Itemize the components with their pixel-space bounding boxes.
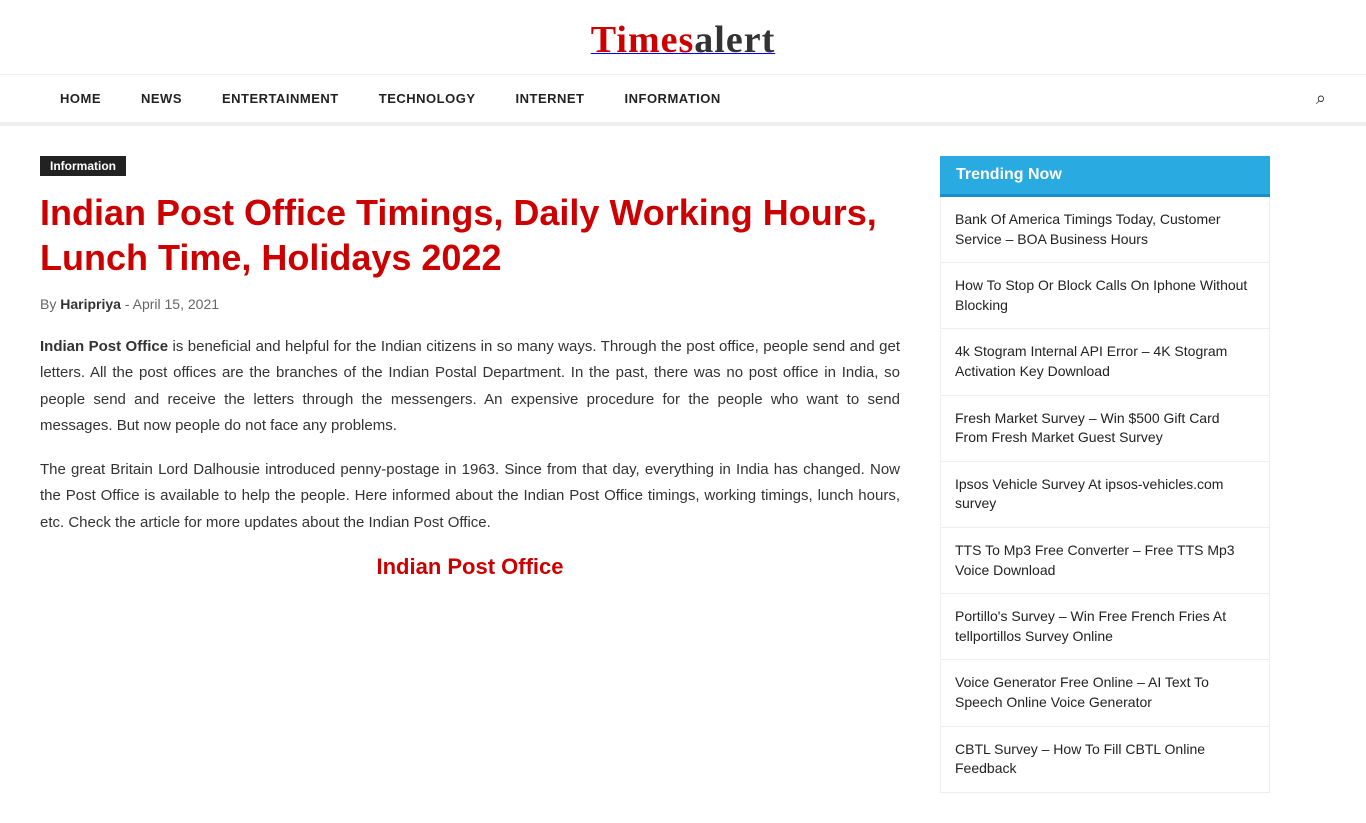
trending-link-3[interactable]: Fresh Market Survey – Win $500 Gift Card… [955, 410, 1220, 446]
trending-item: Ipsos Vehicle Survey At ipsos-vehicles.c… [941, 462, 1269, 528]
trending-link-2[interactable]: 4k Stogram Internal API Error – 4K Stogr… [955, 343, 1227, 379]
trending-item: TTS To Mp3 Free Converter – Free TTS Mp3… [941, 528, 1269, 594]
nav-link-home[interactable]: HOME [40, 75, 121, 122]
nav-link-internet[interactable]: INTERNET [496, 75, 605, 122]
nav-links: HOME NEWS ENTERTAINMENT TECHNOLOGY INTER… [40, 75, 741, 122]
article-para-2: The great Britain Lord Dalhousie introdu… [40, 457, 900, 536]
search-icon[interactable]: ⌕ [1316, 88, 1326, 109]
trending-item: Voice Generator Free Online – AI Text To… [941, 660, 1269, 726]
logo-alert: alert [694, 19, 775, 61]
site-header: Timesalert HOME NEWS ENTERTAINMENT TECHN… [0, 0, 1366, 126]
publish-date: April 15, 2021 [133, 296, 219, 312]
nav-link-news[interactable]: NEWS [121, 75, 202, 122]
article-title: Indian Post Office Timings, Daily Workin… [40, 190, 900, 280]
sidebar: Trending Now Bank Of America Timings Tod… [940, 156, 1270, 793]
article-para-1: Indian Post Office is beneficial and hel… [40, 334, 900, 439]
trending-item: 4k Stogram Internal API Error – 4K Stogr… [941, 329, 1269, 395]
nav-item-entertainment[interactable]: ENTERTAINMENT [202, 75, 359, 122]
nav-item-technology[interactable]: TECHNOLOGY [359, 75, 496, 122]
para1-bold: Indian Post Office [40, 338, 168, 355]
article-subheading: Indian Post Office [40, 554, 900, 580]
trending-list: Bank Of America Timings Today, Customer … [940, 197, 1270, 793]
by-label: By [40, 296, 56, 312]
main-content: Information Indian Post Office Timings, … [40, 156, 900, 793]
trending-item: How To Stop Or Block Calls On Iphone Wit… [941, 263, 1269, 329]
nav-item-home[interactable]: HOME [40, 75, 121, 122]
nav-item-internet[interactable]: INTERNET [496, 75, 605, 122]
meta-separator: - [125, 296, 130, 312]
author-name: Haripriya [60, 296, 121, 312]
trending-link-1[interactable]: How To Stop Or Block Calls On Iphone Wit… [955, 277, 1247, 313]
nav-link-information[interactable]: INFORMATION [605, 75, 741, 122]
main-nav: HOME NEWS ENTERTAINMENT TECHNOLOGY INTER… [0, 74, 1366, 124]
trending-link-6[interactable]: Portillo's Survey – Win Free French Frie… [955, 608, 1226, 644]
nav-link-technology[interactable]: TECHNOLOGY [359, 75, 496, 122]
trending-link-0[interactable]: Bank Of America Timings Today, Customer … [955, 211, 1221, 247]
article-body: Indian Post Office is beneficial and hel… [40, 334, 900, 536]
logo-times: Times [591, 19, 695, 61]
trending-item: CBTL Survey – How To Fill CBTL Online Fe… [941, 727, 1269, 792]
trending-link-7[interactable]: Voice Generator Free Online – AI Text To… [955, 674, 1209, 710]
nav-link-entertainment[interactable]: ENTERTAINMENT [202, 75, 359, 122]
trending-link-8[interactable]: CBTL Survey – How To Fill CBTL Online Fe… [955, 741, 1205, 777]
article-meta: By Haripriya - April 15, 2021 [40, 296, 900, 312]
category-badge[interactable]: Information [40, 156, 126, 176]
nav-item-news[interactable]: NEWS [121, 75, 202, 122]
trending-item: Bank Of America Timings Today, Customer … [941, 197, 1269, 263]
para1-rest: is beneficial and helpful for the Indian… [40, 338, 900, 434]
trending-header: Trending Now [940, 156, 1270, 197]
logo-link[interactable]: Timesalert [591, 39, 775, 56]
page-wrapper: Information Indian Post Office Timings, … [0, 126, 1366, 823]
trending-link-5[interactable]: TTS To Mp3 Free Converter – Free TTS Mp3… [955, 542, 1235, 578]
logo-area: Timesalert [591, 0, 775, 74]
nav-item-information[interactable]: INFORMATION [605, 75, 741, 122]
trending-item: Portillo's Survey – Win Free French Frie… [941, 594, 1269, 660]
trending-item: Fresh Market Survey – Win $500 Gift Card… [941, 396, 1269, 462]
trending-link-4[interactable]: Ipsos Vehicle Survey At ipsos-vehicles.c… [955, 476, 1223, 512]
